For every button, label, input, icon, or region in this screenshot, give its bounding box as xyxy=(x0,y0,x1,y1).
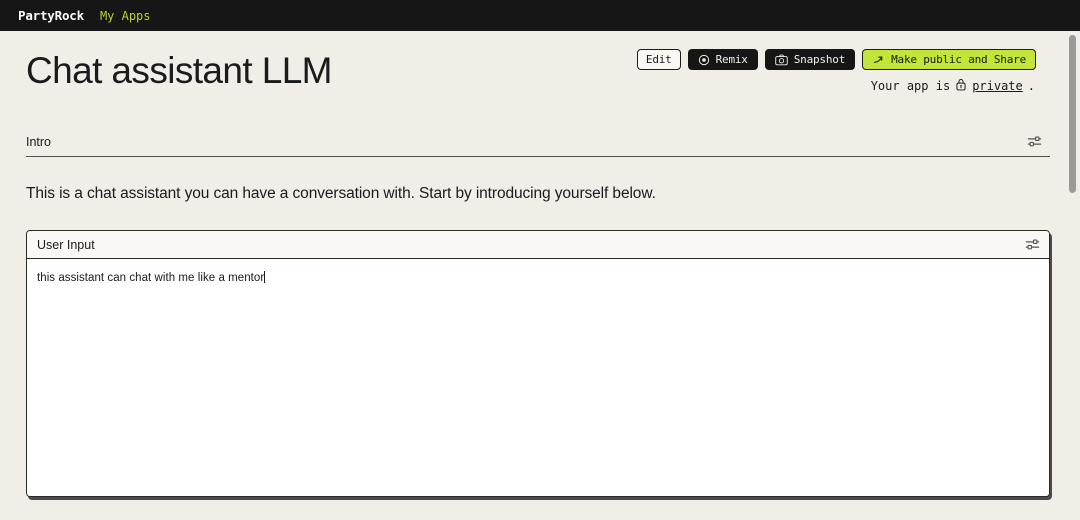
user-input-widget: User Input this assistant can chat with … xyxy=(26,230,1050,497)
sliders-icon[interactable] xyxy=(1027,134,1042,149)
privacy-prefix-label: Your app is xyxy=(870,79,951,93)
snapshot-button[interactable]: Snapshot xyxy=(764,49,856,70)
app-header: Chat assistant LLM Edit Remix Snapshot M… xyxy=(24,31,1052,134)
user-input-textarea[interactable]: this assistant can chat with me like a m… xyxy=(27,259,1049,496)
intro-widget-header: Intro xyxy=(26,134,1050,157)
snapshot-button-label: Snapshot xyxy=(793,53,846,66)
make-public-and-share-button[interactable]: Make public and Share xyxy=(862,49,1036,70)
remix-button[interactable]: Remix xyxy=(687,49,758,70)
privacy-link[interactable]: private xyxy=(972,79,1023,93)
lock-icon xyxy=(955,78,967,94)
remix-icon xyxy=(698,54,710,66)
page-scrollbar-thumb[interactable] xyxy=(1069,35,1076,193)
intro-widget: Intro This is a chat assistant you can h… xyxy=(26,134,1050,203)
edit-button[interactable]: Edit xyxy=(636,49,681,70)
share-button-label: Make public and Share xyxy=(891,53,1026,66)
page-title: Chat assistant LLM xyxy=(26,50,333,91)
nav-link-my-apps[interactable]: My Apps xyxy=(100,9,151,23)
remix-button-label: Remix xyxy=(715,53,748,66)
brand-logo[interactable]: PartyRock xyxy=(18,8,84,23)
user-input-value: this assistant can chat with me like a m… xyxy=(37,272,265,284)
page-content: Chat assistant LLM Edit Remix Snapshot M… xyxy=(0,31,1080,520)
page-scrollbar[interactable] xyxy=(1065,31,1080,520)
camera-icon xyxy=(775,54,788,66)
privacy-suffix: . xyxy=(1027,79,1035,93)
user-input-widget-label: User Input xyxy=(37,237,95,252)
sliders-icon[interactable] xyxy=(1025,237,1040,252)
header-actions: Edit Remix Snapshot Make public and Shar… xyxy=(636,49,1036,70)
edit-button-label: Edit xyxy=(645,53,672,66)
arrow-up-right-icon xyxy=(872,54,885,66)
privacy-status: Your app is private. xyxy=(871,78,1035,94)
intro-widget-body: This is a chat assistant you can have a … xyxy=(26,185,656,202)
text-caret xyxy=(264,271,266,283)
top-navigation-bar: PartyRock My Apps xyxy=(0,0,1080,31)
user-input-widget-header: User Input xyxy=(27,231,1049,259)
intro-widget-label: Intro xyxy=(26,134,52,149)
